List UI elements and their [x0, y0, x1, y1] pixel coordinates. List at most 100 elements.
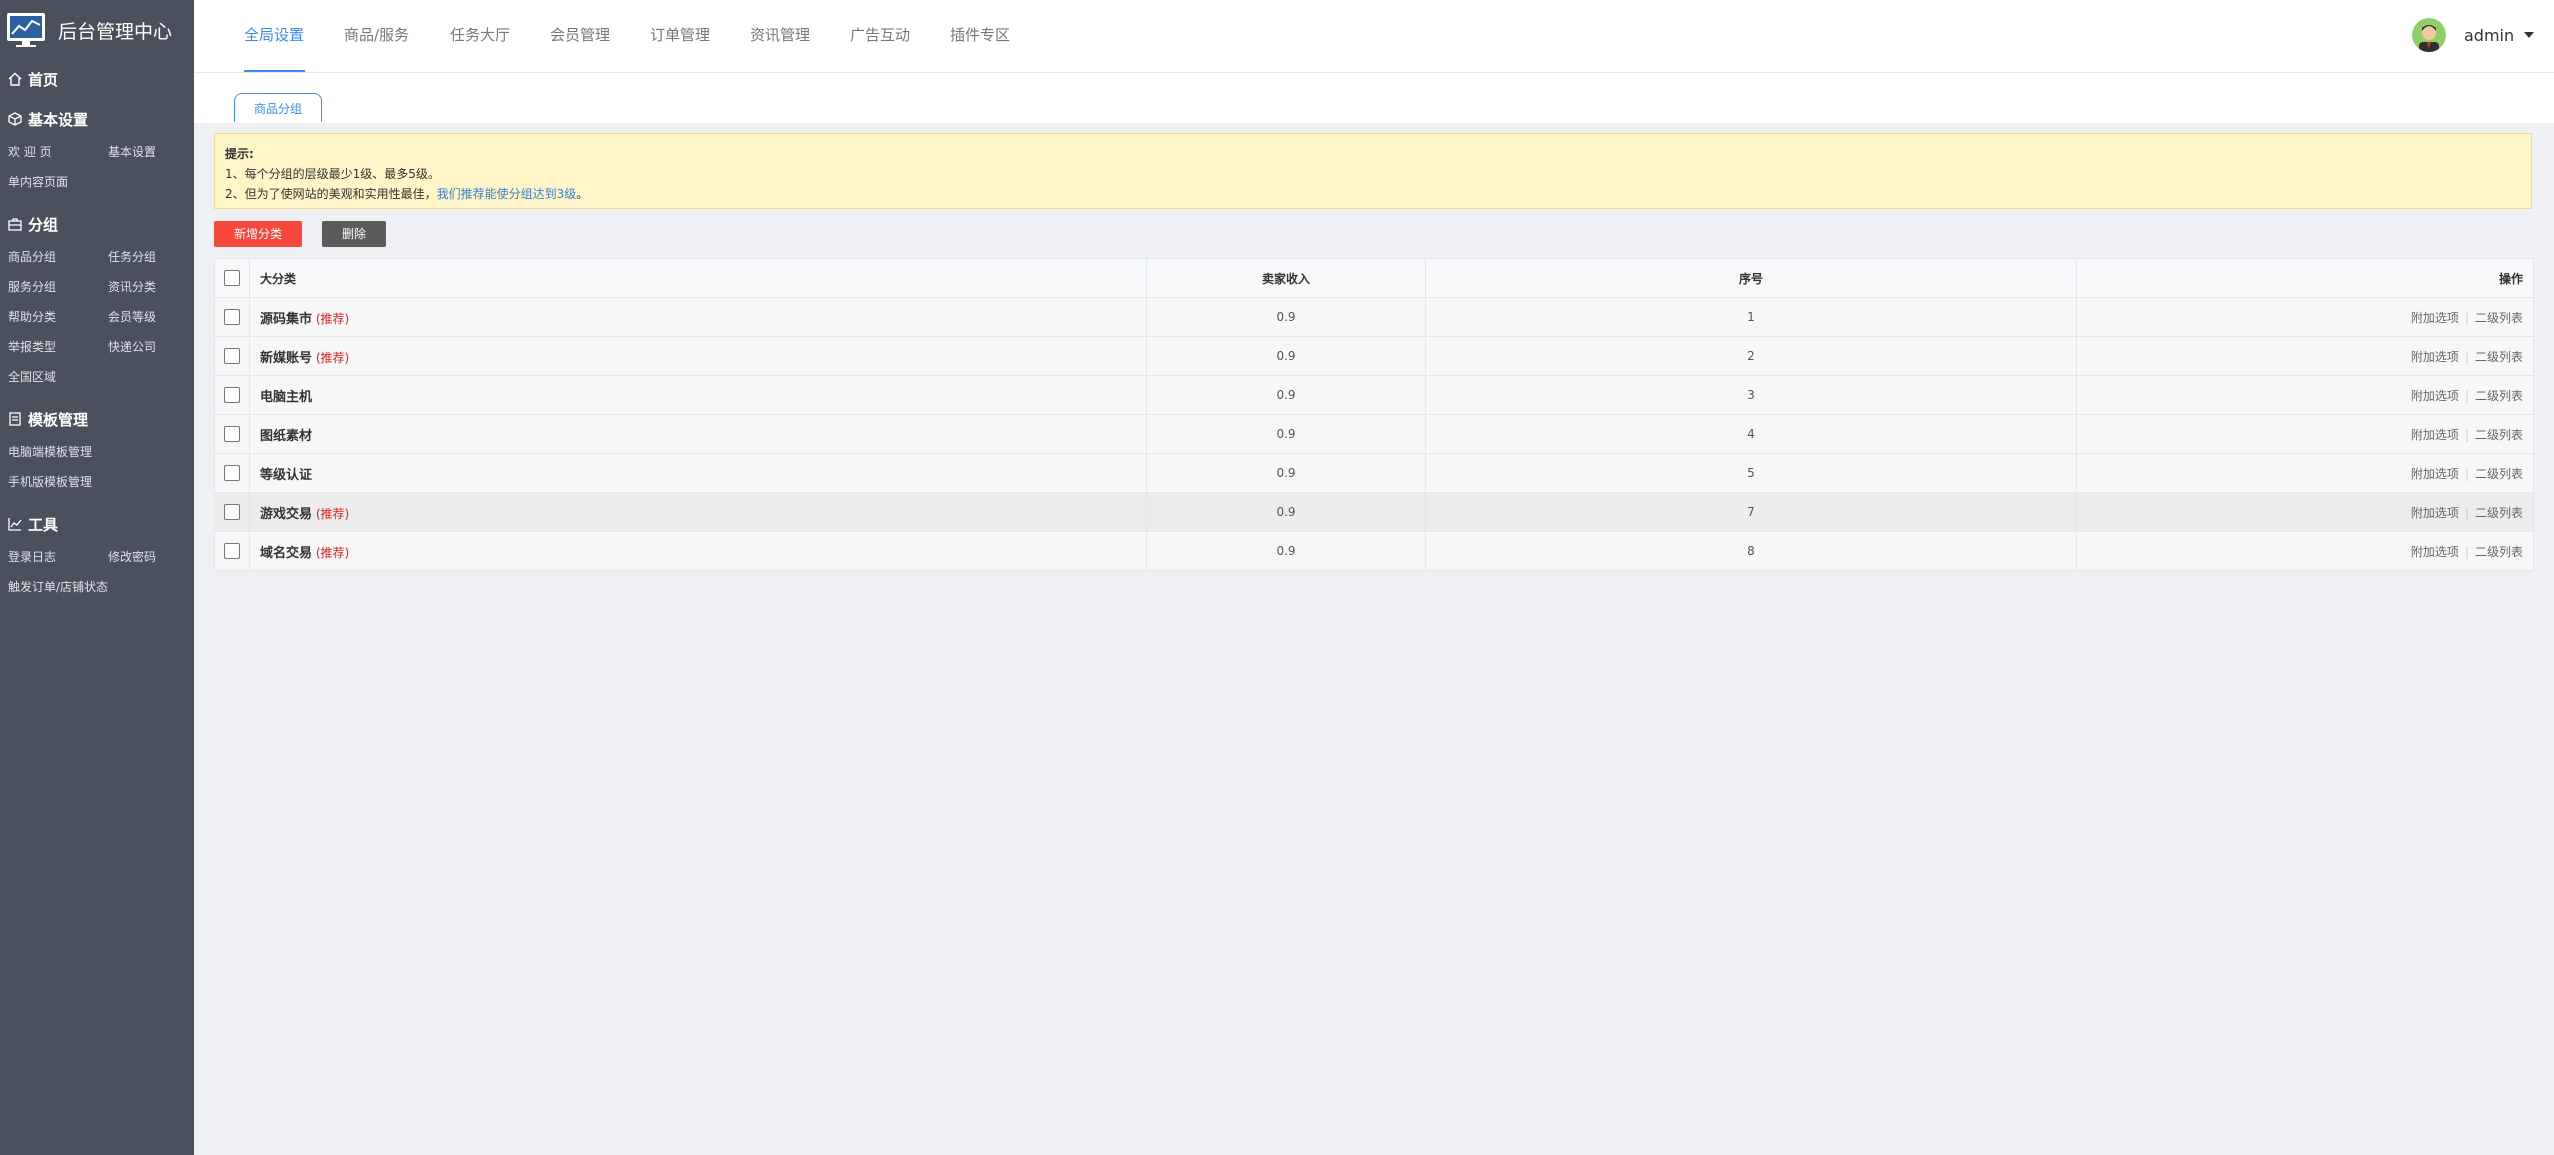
sidebar-section-groups[interactable]: 分组	[8, 214, 58, 234]
category-table: 大分类 卖家收入 序号 操作 源码集市 (推荐) 0.9 1 附加选项 | 二级列表 新媒账…	[214, 258, 2534, 571]
select-all-checkbox[interactable]	[224, 270, 240, 286]
row-check-cell	[214, 297, 250, 337]
operations-cell: 附加选项 | 二级列表	[2076, 531, 2534, 571]
extra-options-link[interactable]: 附加选项	[2411, 467, 2459, 481]
row-checkbox[interactable]	[224, 543, 240, 559]
op-separator: |	[2464, 466, 2469, 481]
seller-income-value: 0.9	[1276, 388, 1296, 402]
sidebar-section-label: 工具	[28, 515, 59, 534]
sub-list-link[interactable]: 二级列表	[2475, 350, 2523, 364]
seller-income-cell: 0.9	[1146, 297, 1426, 337]
category-name[interactable]: 域名交易	[260, 546, 312, 561]
seller-income-value: 0.9	[1276, 466, 1296, 480]
tip-line-2-suffix: 。	[576, 187, 589, 201]
nav-plugin-zone[interactable]: 插件专区	[950, 24, 1010, 46]
sub-list-link[interactable]: 二级列表	[2475, 311, 2523, 325]
sidebar-item-mobile-templates[interactable]: 手机版模板管理	[8, 474, 92, 490]
nav-global-settings[interactable]: 全局设置	[244, 24, 304, 46]
category-name[interactable]: 等级认证	[260, 468, 312, 483]
operations-cell: 附加选项 | 二级列表	[2076, 414, 2534, 454]
nav-task-hall[interactable]: 任务大厅	[450, 24, 510, 46]
sequence-value: 7	[1747, 505, 1755, 519]
tab-product-groups[interactable]: 商品分组	[234, 93, 322, 122]
sidebar-item-login-logs[interactable]: 登录日志	[8, 549, 56, 565]
tip-line-1: 1、每个分组的层级最少1级、最多5级。	[225, 167, 440, 181]
extra-options-link[interactable]: 附加选项	[2411, 545, 2459, 559]
sequence-value: 8	[1747, 544, 1755, 558]
subtab-bar: 商品分组	[194, 73, 2554, 123]
nav-ad-interaction[interactable]: 广告互动	[850, 24, 910, 46]
sidebar-item-courier-companies[interactable]: 快递公司	[108, 339, 156, 355]
sidebar-section-home[interactable]: 首页	[8, 69, 58, 89]
category-name[interactable]: 图纸素材	[260, 429, 312, 444]
operations-cell: 附加选项 | 二级列表	[2076, 453, 2534, 493]
row-checkbox[interactable]	[224, 387, 240, 403]
category-name[interactable]: 电脑主机	[260, 390, 312, 405]
category-name[interactable]: 游戏交易	[260, 507, 312, 522]
sidebar-item-pc-templates[interactable]: 电脑端模板管理	[8, 444, 92, 460]
tip-line-2: 2、但为了使网站的美观和实用性最佳，我们推荐能使分组达到3级。	[225, 184, 2521, 204]
sidebar-item-news-categories[interactable]: 资讯分类	[108, 279, 156, 295]
sidebar-item-national-regions[interactable]: 全国区域	[8, 369, 56, 385]
sub-list-link[interactable]: 二级列表	[2475, 545, 2523, 559]
sidebar-item-task-groups[interactable]: 任务分组	[108, 249, 156, 265]
seller-income-cell: 0.9	[1146, 414, 1426, 454]
sequence-value: 5	[1747, 466, 1755, 480]
sub-list-link[interactable]: 二级列表	[2475, 506, 2523, 520]
op-separator: |	[2464, 505, 2469, 520]
nav-order-management[interactable]: 订单管理	[650, 24, 710, 46]
extra-options-link[interactable]: 附加选项	[2411, 350, 2459, 364]
extra-options-link[interactable]: 附加选项	[2411, 311, 2459, 325]
caret-down-icon[interactable]	[2524, 32, 2535, 38]
select-all-cell	[214, 258, 250, 298]
sidebar: 后台管理中心 首页 基本设置 欢 迎 页 基本设置 单内容页面 分组 商品分组 …	[0, 0, 194, 1155]
nav-products-services[interactable]: 商品/服务	[344, 24, 409, 46]
sidebar-section-tools[interactable]: 工具	[8, 514, 58, 534]
extra-options-link[interactable]: 附加选项	[2411, 389, 2459, 403]
sidebar-section-templates[interactable]: 模板管理	[8, 409, 88, 429]
sidebar-item-welcome[interactable]: 欢 迎 页	[8, 144, 52, 160]
row-check-cell	[214, 492, 250, 532]
category-name[interactable]: 新媒账号	[260, 351, 312, 366]
sidebar-item-member-levels[interactable]: 会员等级	[108, 309, 156, 325]
sequence-value: 1	[1747, 310, 1755, 324]
delete-button[interactable]: 删除	[322, 221, 386, 247]
sidebar-item-service-groups[interactable]: 服务分组	[8, 279, 56, 295]
sidebar-item-single-page[interactable]: 单内容页面	[8, 174, 68, 190]
row-check-cell	[214, 453, 250, 493]
add-category-button[interactable]: 新增分类	[214, 221, 302, 247]
table-row: 新媒账号 (推荐) 0.9 2 附加选项 | 二级列表	[214, 336, 2534, 376]
sidebar-item-product-groups[interactable]: 商品分组	[8, 249, 56, 265]
header-seller-income: 卖家收入	[1146, 258, 1426, 298]
nav-news-management[interactable]: 资讯管理	[750, 24, 810, 46]
nav-member-management[interactable]: 会员管理	[550, 24, 610, 46]
row-checkbox[interactable]	[224, 426, 240, 442]
sub-list-link[interactable]: 二级列表	[2475, 467, 2523, 481]
row-checkbox[interactable]	[224, 348, 240, 364]
sidebar-section-label: 首页	[28, 70, 59, 89]
row-checkbox[interactable]	[224, 309, 240, 325]
app-logo[interactable]: 后台管理中心	[6, 10, 172, 50]
sidebar-section-basic[interactable]: 基本设置	[8, 109, 88, 129]
recommended-badge: (推荐)	[315, 350, 350, 365]
sub-list-link[interactable]: 二级列表	[2475, 428, 2523, 442]
sequence-cell: 2	[1425, 336, 2077, 376]
extra-options-link[interactable]: 附加选项	[2411, 428, 2459, 442]
sequence-cell: 1	[1425, 297, 2077, 337]
sidebar-item-help-categories[interactable]: 帮助分类	[8, 309, 56, 325]
sidebar-item-change-password[interactable]: 修改密码	[108, 549, 156, 565]
category-name-cell: 新媒账号 (推荐)	[249, 336, 1147, 376]
sidebar-item-basic-settings[interactable]: 基本设置	[108, 144, 156, 160]
sidebar-item-report-types[interactable]: 举报类型	[8, 339, 56, 355]
extra-options-link[interactable]: 附加选项	[2411, 506, 2459, 520]
category-name-cell: 电脑主机	[249, 375, 1147, 415]
seller-income-value: 0.9	[1276, 544, 1296, 558]
sidebar-item-trigger-order-status[interactable]: 触发订单/店铺状态	[8, 579, 108, 595]
user-menu[interactable]: admin	[2412, 17, 2535, 53]
row-checkbox[interactable]	[224, 465, 240, 481]
table-header-row: 大分类 卖家收入 序号 操作	[214, 258, 2534, 298]
sequence-cell: 3	[1425, 375, 2077, 415]
category-name[interactable]: 源码集市	[260, 312, 312, 327]
row-checkbox[interactable]	[224, 504, 240, 520]
sub-list-link[interactable]: 二级列表	[2475, 389, 2523, 403]
